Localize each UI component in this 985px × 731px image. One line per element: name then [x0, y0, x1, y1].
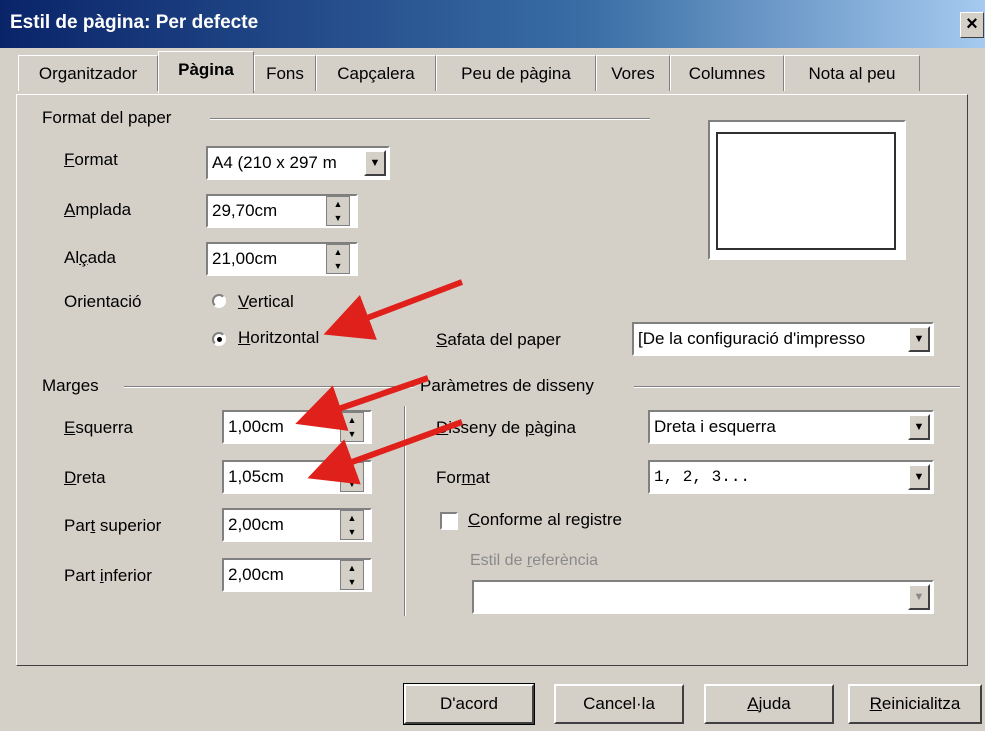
arrow-to-horizontal: [323, 279, 464, 340]
annotation-arrows: [295, 279, 464, 485]
arrow-to-left-margin: [295, 375, 429, 431]
arrow-to-right-margin: [307, 419, 464, 485]
tab-pagina[interactable]: Pàgina: [158, 51, 254, 93]
